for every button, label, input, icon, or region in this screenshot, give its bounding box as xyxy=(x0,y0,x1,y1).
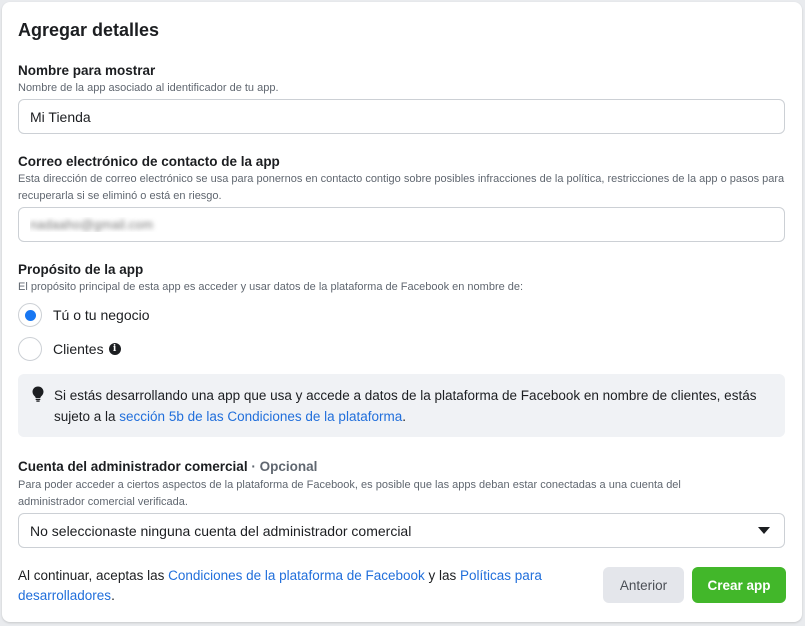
footer-text-2: y las xyxy=(424,568,461,583)
footer-text-1: Al continuar, aceptas las xyxy=(18,568,169,583)
contact-email-label: Correo electrónico de contacto de la app xyxy=(18,154,280,169)
display-name-help: Nombre de la app asociado al identificad… xyxy=(18,82,279,94)
platform-terms-link[interactable]: Condiciones de la plataforma de Facebook xyxy=(168,568,425,583)
platform-terms-section-link[interactable]: sección 5b de las Condiciones de la plat… xyxy=(119,409,402,424)
terms-agreement-text: Al continuar, aceptas las Condiciones de… xyxy=(18,566,558,606)
business-account-label: Cuenta del administrador comercial · Opc… xyxy=(18,459,317,474)
clients-notice: Si estás desarrollando una app que usa y… xyxy=(18,374,785,437)
radio-label-clients: Clientes xyxy=(53,341,104,357)
business-account-selected-value: No seleccionaste ninguna cuenta del admi… xyxy=(30,522,412,539)
back-button[interactable]: Anterior xyxy=(603,567,684,603)
display-name-label: Nombre para mostrar xyxy=(18,63,156,78)
lightbulb-icon xyxy=(32,386,44,407)
notice-text: Si estás desarrollando una app que usa y… xyxy=(54,385,774,427)
purpose-label: Propósito de la app xyxy=(18,262,144,277)
info-icon[interactable]: i xyxy=(108,343,121,355)
radio-option-clients[interactable]: Clientes i xyxy=(18,337,121,361)
purpose-help: El propósito principal de esta app es ac… xyxy=(18,281,524,293)
business-account-label-text: Cuenta del administrador comercial xyxy=(18,459,248,474)
business-account-help: Para poder acceder a ciertos aspectos de… xyxy=(18,479,681,508)
business-account-select[interactable]: No seleccionaste ninguna cuenta del admi… xyxy=(18,513,785,548)
radio-option-own-business[interactable]: Tú o tu negocio xyxy=(18,303,150,327)
add-details-card: Agregar detalles Nombre para mostrar Nom… xyxy=(2,2,802,622)
caret-down-icon xyxy=(758,527,770,534)
footer-text-3: . xyxy=(111,588,115,603)
contact-email-help: Esta dirección de correo electrónico se … xyxy=(18,173,785,202)
display-name-input[interactable] xyxy=(18,99,785,134)
radio-button-own-business[interactable] xyxy=(18,303,42,327)
page-title: Agregar detalles xyxy=(18,20,160,40)
optional-tag: · Opcional xyxy=(247,459,318,474)
radio-label-own-business: Tú o tu negocio xyxy=(53,307,150,323)
create-app-button[interactable]: Crear app xyxy=(692,567,786,603)
notice-text-after: . xyxy=(402,409,406,424)
radio-button-clients[interactable] xyxy=(18,337,42,361)
contact-email-input[interactable] xyxy=(18,207,785,242)
